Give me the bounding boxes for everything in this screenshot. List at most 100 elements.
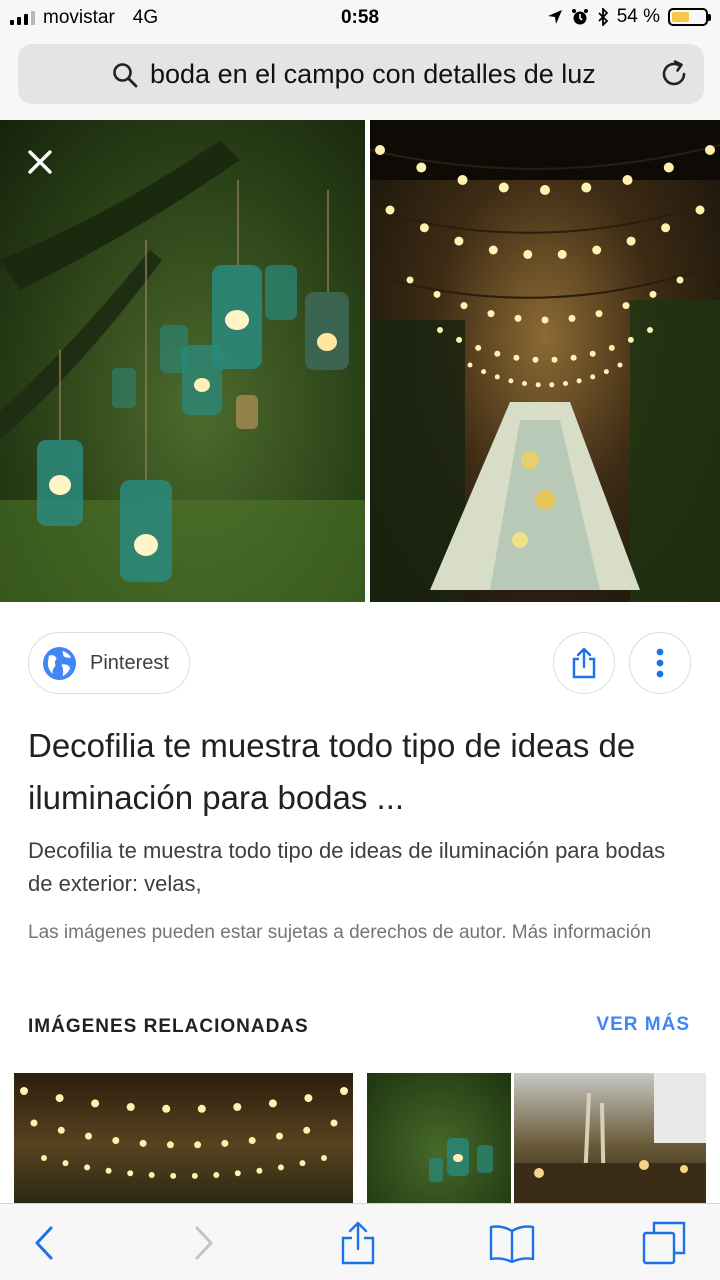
- tabs-button[interactable]: [624, 1204, 704, 1280]
- related-thumb[interactable]: [367, 1073, 511, 1203]
- bluetooth-icon: [598, 8, 608, 26]
- forward-button[interactable]: [164, 1204, 244, 1280]
- light-bulb: [590, 374, 596, 380]
- bookmarks-button[interactable]: [472, 1204, 552, 1280]
- thumb-garden: [514, 1073, 706, 1203]
- globe-icon: [42, 646, 77, 680]
- light-bulb: [568, 314, 576, 322]
- light-bulb: [256, 1167, 263, 1174]
- light-bulb: [112, 1137, 120, 1144]
- hanging-jars-illustration: [0, 140, 365, 602]
- light-bulb: [488, 245, 498, 255]
- back-icon: [35, 1226, 53, 1259]
- light-bulb: [475, 344, 482, 351]
- light-bulb: [522, 381, 527, 386]
- light-bulb: [166, 1141, 174, 1149]
- copyright-notice[interactable]: Las imágenes pueden estar sujetas a dere…: [28, 916, 688, 949]
- share-icon: [341, 1221, 375, 1264]
- light-bulb: [705, 145, 715, 155]
- status-bar: movistar 4G 0:58 54 %: [0, 0, 720, 36]
- light-bulb: [268, 1099, 277, 1108]
- light-bulb: [551, 356, 558, 363]
- light-bulb: [617, 362, 623, 368]
- light-bulb: [277, 1164, 284, 1171]
- result-description: Decofilia te muestra todo tipo de ideas …: [28, 838, 666, 896]
- light-bulb: [541, 316, 549, 324]
- light-bulb: [649, 290, 657, 298]
- light-bulb: [340, 1087, 348, 1095]
- related-thumb[interactable]: [14, 1073, 353, 1203]
- light-bulb: [385, 205, 395, 215]
- light-bulb: [467, 362, 473, 368]
- light-bulb: [221, 1139, 229, 1147]
- light-bulb: [84, 1164, 91, 1171]
- light-bulb: [563, 381, 568, 386]
- share-page-button[interactable]: [318, 1204, 398, 1280]
- tabs-icon: [642, 1221, 686, 1264]
- light-bulb: [523, 249, 533, 259]
- light-bulb: [406, 276, 414, 284]
- light-bulb: [85, 1132, 92, 1140]
- back-button[interactable]: [4, 1204, 84, 1280]
- light-bulb: [494, 350, 501, 357]
- light-bulb: [456, 336, 463, 343]
- light-bulb: [661, 223, 671, 233]
- related-thumb[interactable]: [514, 1073, 706, 1203]
- light-bulb: [570, 354, 577, 361]
- light-bulb: [30, 1119, 38, 1127]
- light-bulb: [647, 327, 653, 333]
- address-bar[interactable]: boda en el campo con detalles de luz: [18, 44, 704, 104]
- close-icon[interactable]: [26, 148, 54, 176]
- light-bulb: [248, 1137, 256, 1144]
- light-bulb: [148, 1172, 155, 1178]
- light-bulb: [105, 1167, 112, 1174]
- selected-image[interactable]: [0, 120, 365, 602]
- light-bulb: [608, 344, 615, 351]
- light-bulb: [375, 145, 385, 155]
- light-bulb: [494, 374, 500, 380]
- light-bulb: [41, 1155, 47, 1161]
- reload-icon[interactable]: [658, 58, 690, 90]
- lights-layer: [375, 145, 715, 388]
- light-bulb: [498, 182, 509, 193]
- battery-fill: [672, 12, 690, 22]
- light-bulb: [62, 1160, 69, 1167]
- light-bulb: [194, 1141, 202, 1149]
- light-bulb: [321, 1155, 327, 1161]
- light-bulb: [695, 205, 705, 215]
- source-label: Pinterest: [90, 651, 169, 674]
- light-bulb: [57, 1126, 65, 1134]
- light-bulb: [416, 162, 427, 173]
- see-more-link[interactable]: VER MÁS: [596, 1014, 690, 1036]
- next-image[interactable]: [370, 120, 720, 602]
- share-button[interactable]: [553, 632, 615, 694]
- light-bulb: [676, 276, 684, 284]
- light-bulb: [162, 1104, 171, 1113]
- light-bulb: [139, 1139, 147, 1147]
- light-bulb: [626, 236, 636, 246]
- result-title[interactable]: Decofilia te muestra todo tipo de ideas …: [28, 720, 688, 824]
- search-query[interactable]: boda en el campo con detalles de luz: [150, 59, 596, 90]
- light-bulb: [437, 327, 443, 333]
- light-bulb: [433, 290, 441, 298]
- source-chip[interactable]: Pinterest: [28, 632, 190, 694]
- light-bulb: [91, 1099, 100, 1108]
- light-bulb: [276, 1132, 283, 1140]
- light-bulb: [481, 369, 487, 375]
- alarm-icon: [571, 9, 588, 25]
- related-images-heading: IMÁGENES RELACIONADAS: [28, 1016, 309, 1037]
- bookmarks-icon: [489, 1224, 535, 1263]
- light-bulb: [460, 302, 468, 310]
- light-bulb: [540, 185, 550, 195]
- light-bulb: [55, 1094, 64, 1103]
- more-options-button[interactable]: [629, 632, 691, 694]
- more-vert-icon: [656, 648, 664, 678]
- light-bulb: [299, 1160, 306, 1167]
- share-icon: [572, 647, 596, 679]
- light-bulb: [627, 336, 634, 343]
- forward-icon: [195, 1226, 213, 1259]
- light-bulb: [213, 1172, 220, 1178]
- light-bulb: [581, 182, 592, 193]
- light-bulb: [487, 310, 495, 318]
- light-bulb: [191, 1172, 198, 1179]
